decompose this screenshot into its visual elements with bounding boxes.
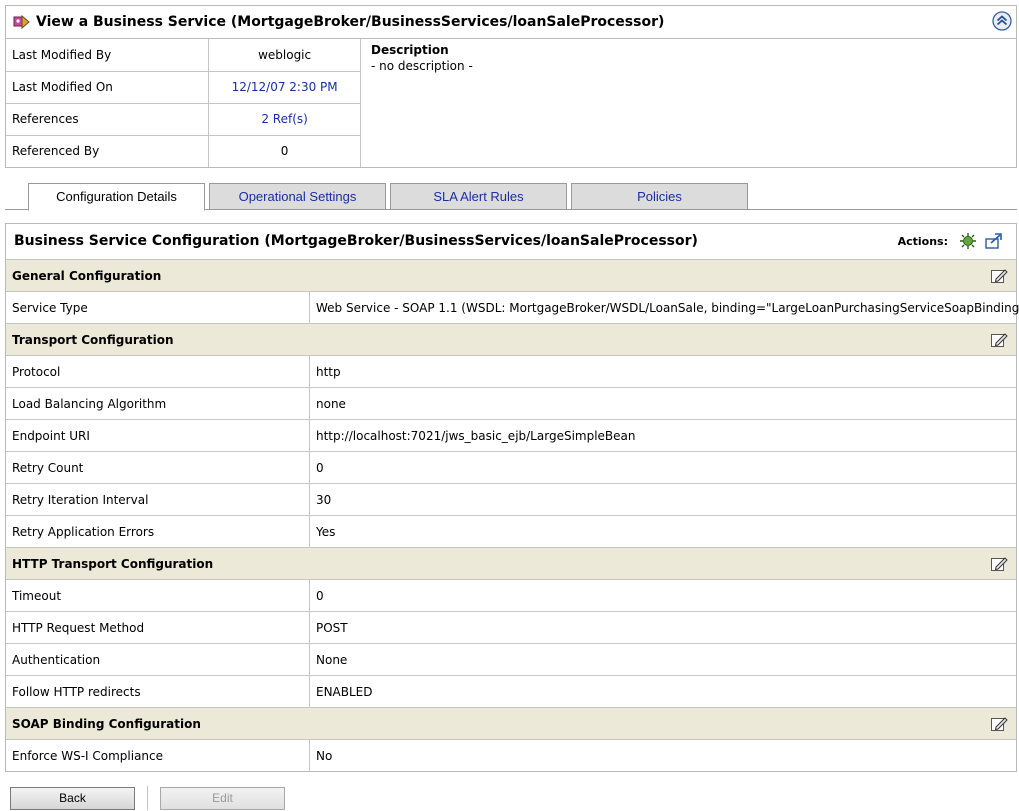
row-value: None [316, 653, 348, 667]
row-value: 30 [316, 493, 332, 507]
row-key: HTTP Request Method [12, 621, 145, 635]
row-key: Retry Iteration Interval [12, 493, 149, 507]
column-divider [309, 452, 310, 483]
column-divider [309, 388, 310, 419]
page-title-bar: View a Business Service (MortgageBroker/… [5, 5, 1017, 39]
references-link[interactable]: 2 Ref(s) [208, 103, 361, 136]
summary-table: Last Modified By weblogic Last Modified … [6, 39, 361, 167]
row-value: http://localhost:7021/jws_basic_ejb/Larg… [316, 429, 636, 443]
table-row: Service Type Web Service - SOAP 1.1 (WSD… [6, 292, 1019, 324]
row-value: 0 [316, 461, 324, 475]
export-icon[interactable] [984, 232, 1004, 250]
row-value: ENABLED [316, 685, 373, 699]
row-key: Follow HTTP redirects [12, 685, 141, 699]
button-separator [147, 786, 148, 810]
tab-sla-alert-rules[interactable]: SLA Alert Rules [390, 183, 567, 210]
column-divider [309, 292, 310, 323]
table-row: Load Balancing Algorithm none [6, 388, 1016, 420]
row-key: Authentication [12, 653, 101, 667]
configuration-panel: Business Service Configuration (Mortgage… [5, 223, 1019, 772]
page-title: View a Business Service (MortgageBroker/… [36, 14, 665, 30]
back-button[interactable]: Back [10, 787, 135, 810]
summary-label: Referenced By [6, 135, 210, 167]
table-row: Timeout 0 [6, 580, 1016, 612]
edit-pencil-icon[interactable] [990, 331, 1008, 349]
actions-bar: Actions: [898, 232, 1004, 250]
section-transport-configuration: Transport Configuration [6, 324, 1016, 356]
section-title: HTTP Transport Configuration [12, 557, 214, 571]
row-key: Retry Count [12, 461, 84, 475]
summary-row-last-modified-on: Last Modified On 12/12/07 2:30 PM [6, 71, 361, 104]
column-divider [309, 420, 310, 451]
row-value: No [316, 749, 333, 763]
edit-pencil-icon[interactable] [990, 555, 1008, 573]
table-row: Retry Iteration Interval 30 [6, 484, 1016, 516]
row-value: 0 [316, 589, 324, 603]
table-row: Retry Count 0 [6, 452, 1016, 484]
tab-operational-settings[interactable]: Operational Settings [209, 183, 386, 210]
configuration-header: Business Service Configuration (Mortgage… [6, 224, 1016, 260]
edit-button[interactable]: Edit [160, 787, 285, 810]
last-modified-link[interactable]: 12/12/07 2:30 PM [208, 71, 361, 104]
summary-label: Last Modified On [6, 71, 210, 104]
summary-value: weblogic [208, 39, 361, 72]
row-key: Retry Application Errors [12, 525, 155, 539]
table-row: HTTP Request Method POST [6, 612, 1016, 644]
row-key: Timeout [12, 589, 62, 603]
column-divider [309, 356, 310, 387]
column-divider [309, 484, 310, 515]
row-value: http [316, 365, 341, 379]
row-value: Yes [316, 525, 336, 539]
table-row: Retry Application Errors Yes [6, 516, 1016, 548]
description-area: Description - no description - [371, 43, 473, 73]
edit-pencil-icon[interactable] [990, 267, 1008, 285]
summary-label: Last Modified By [6, 39, 210, 72]
section-soap-binding-configuration: SOAP Binding Configuration [6, 708, 1016, 740]
tab-policies[interactable]: Policies [571, 183, 748, 210]
row-value: Web Service - SOAP 1.1 (WSDL: MortgageBr… [316, 301, 1019, 315]
section-title: Transport Configuration [12, 333, 174, 347]
edit-pencil-icon[interactable] [990, 715, 1008, 733]
table-row: Authentication None [6, 644, 1016, 676]
summary-value: 0 [208, 135, 361, 167]
description-title: Description [371, 43, 449, 57]
tab-bar: Configuration Details Operational Settin… [5, 183, 1017, 211]
tab-configuration-details[interactable]: Configuration Details [28, 183, 205, 211]
section-general-configuration: General Configuration [6, 260, 1016, 292]
table-row: Follow HTTP redirects ENABLED [6, 676, 1016, 708]
description-text: - no description - [371, 59, 473, 73]
summary-label: References [6, 103, 210, 136]
table-row: Endpoint URI http://localhost:7021/jws_b… [6, 420, 1016, 452]
configuration-title: Business Service Configuration (Mortgage… [14, 233, 698, 249]
column-divider [309, 740, 310, 772]
configuration-rows: General Configuration Service Type Web S… [6, 260, 1019, 772]
column-divider [309, 644, 310, 675]
row-key: Load Balancing Algorithm [12, 397, 167, 411]
column-divider [309, 676, 310, 707]
section-http-transport-configuration: HTTP Transport Configuration [6, 548, 1016, 580]
test-console-icon[interactable] [958, 232, 978, 250]
column-divider [309, 516, 310, 547]
section-title: General Configuration [12, 269, 162, 283]
summary-row-referenced-by: Referenced By 0 [6, 135, 361, 167]
row-value: POST [316, 621, 348, 635]
table-row: Protocol http [6, 356, 1016, 388]
summary-panel: Last Modified By weblogic Last Modified … [5, 39, 1017, 168]
section-title: SOAP Binding Configuration [12, 717, 201, 731]
business-service-icon [13, 14, 30, 30]
row-value: none [316, 397, 346, 411]
summary-row-last-modified-by: Last Modified By weblogic [6, 39, 361, 72]
row-key: Enforce WS-I Compliance [12, 749, 164, 763]
double-chevron-up-icon[interactable] [992, 11, 1012, 31]
actions-label: Actions: [897, 234, 948, 248]
table-row: Enforce WS-I Compliance No [6, 740, 1016, 772]
row-key: Endpoint URI [12, 429, 90, 443]
row-key: Protocol [12, 365, 61, 379]
row-key: Service Type [12, 301, 88, 315]
summary-row-references: References 2 Ref(s) [6, 103, 361, 136]
column-divider [309, 580, 310, 611]
column-divider [309, 612, 310, 643]
